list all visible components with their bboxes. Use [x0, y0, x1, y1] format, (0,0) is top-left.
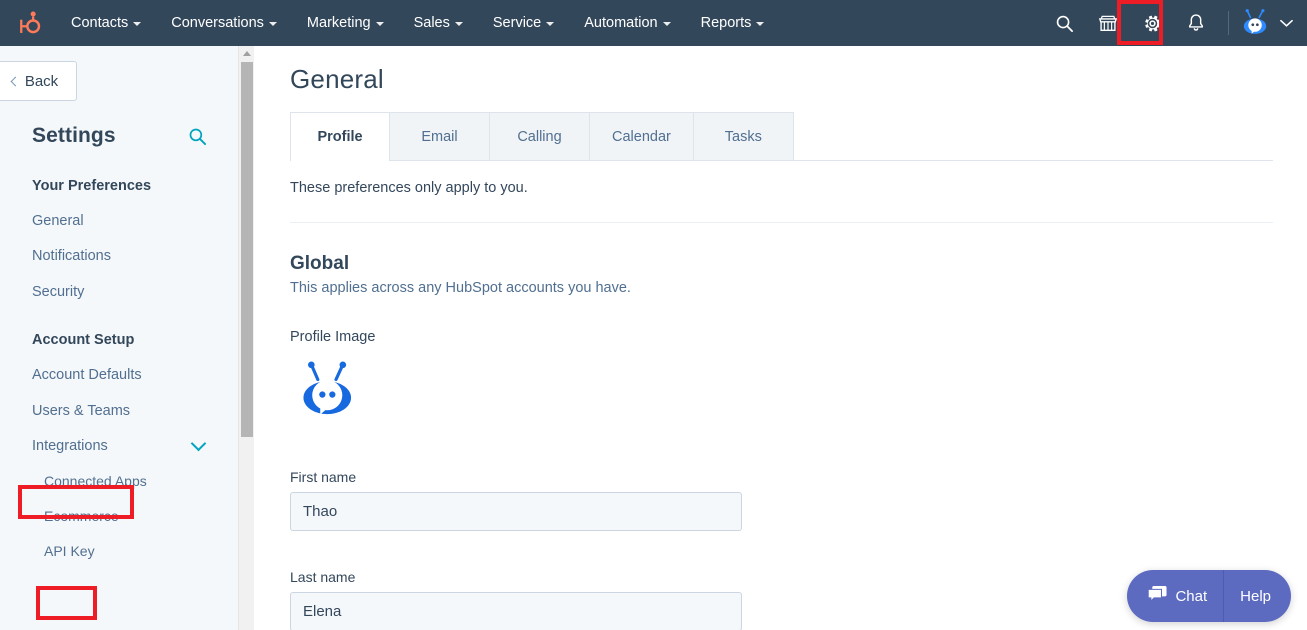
tab-email[interactable]: Email	[390, 112, 490, 160]
tab-label: Profile	[317, 128, 363, 145]
search-icon[interactable]	[1042, 0, 1086, 46]
first-name-label: First name	[290, 469, 357, 485]
nav-item-label: Conversations	[171, 15, 264, 31]
sidebar-item-label: Account Defaults	[32, 367, 142, 384]
chevron-down-icon	[268, 22, 277, 26]
tab-label: Calendar	[612, 128, 671, 145]
sidebar-item-label: General	[32, 213, 84, 229]
last-name-input[interactable]	[290, 592, 742, 630]
first-name-field-group: First name	[290, 469, 742, 531]
chat-help-widget: Chat Help	[1127, 570, 1291, 622]
chevron-down-icon	[546, 22, 555, 26]
nav-item-marketing[interactable]: Marketing	[292, 0, 399, 46]
user-avatar-bot[interactable]	[1239, 6, 1273, 40]
nav-item-label: Service	[492, 15, 542, 31]
sidebar-item-account-defaults[interactable]: Account Defaults	[0, 358, 238, 393]
sidebar-item-label: Notifications	[32, 248, 111, 265]
section-divider	[290, 222, 1273, 223]
sidebar-scrollbar[interactable]	[238, 46, 254, 630]
sidebar-item-connected-apps[interactable]: Connected Apps	[0, 464, 238, 499]
sidebar-header: Settings	[32, 124, 207, 148]
notifications-bell-icon[interactable]	[1174, 0, 1218, 46]
nav-item-label: Sales	[413, 15, 450, 31]
profile-image-label: Profile Image	[290, 329, 376, 345]
main-menu: Contacts Conversations Marketing Sales S…	[56, 0, 779, 46]
sidebar-group-your-preferences: Your Preferences	[32, 178, 152, 194]
help-button[interactable]: Help	[1223, 570, 1291, 622]
settings-sidebar: Back Settings Your Preferences General N…	[0, 46, 238, 630]
nav-item-reports[interactable]: Reports	[686, 0, 780, 46]
sidebar-item-label: API Key	[44, 542, 95, 559]
chevron-down-icon	[190, 435, 207, 452]
nav-item-label: Reports	[700, 15, 752, 31]
sidebar-item-notifications[interactable]: Notifications	[0, 239, 238, 274]
sidebar-group-account-setup: Account Setup	[32, 332, 135, 349]
global-section-title: Global	[290, 253, 350, 274]
sidebar-item-label: Connected Apps	[44, 473, 147, 490]
marketplace-icon[interactable]	[1086, 0, 1130, 46]
chevron-left-icon	[10, 76, 21, 86]
help-label: Help	[1240, 587, 1271, 605]
sidebar-item-api-key[interactable]: API Key	[0, 534, 238, 569]
hubspot-settings-page: Contacts Conversations Marketing Sales S…	[0, 0, 1307, 630]
nav-item-label: Contacts	[71, 15, 129, 31]
chat-bubble-icon	[1147, 585, 1168, 608]
nav-utility-icons	[1042, 0, 1307, 46]
sidebar-item-ecommerce[interactable]: Ecommerce	[0, 499, 238, 534]
content-title: General	[290, 64, 384, 94]
global-section-subtitle: This applies across any HubSpot accounts…	[290, 280, 631, 296]
main-content: General Profile Email Calling Calendar T…	[255, 46, 1307, 630]
page-title: Settings	[32, 124, 116, 147]
search-icon[interactable]	[188, 127, 207, 146]
tab-label: Calling	[517, 128, 562, 145]
chevron-down-icon	[133, 22, 142, 26]
tab-label: Tasks	[724, 128, 762, 145]
preferences-intro-text: These preferences only apply to you.	[290, 180, 528, 196]
nav-item-automation[interactable]: Automation	[569, 0, 685, 46]
back-button-label: Back	[24, 72, 59, 90]
back-button[interactable]: Back	[0, 61, 77, 101]
hubspot-sprocket-logo[interactable]	[0, 0, 56, 46]
sidebar-item-label: Security	[32, 283, 85, 300]
account-chevron-down-icon[interactable]	[1273, 0, 1299, 46]
chevron-down-icon	[756, 22, 765, 26]
nav-item-contacts[interactable]: Contacts	[56, 0, 156, 46]
nav-divider	[1228, 11, 1229, 35]
tab-label: Email	[421, 128, 458, 145]
chat-label: Chat	[1175, 587, 1208, 605]
settings-nav-list: Your Preferences General Notifications S…	[0, 168, 238, 569]
chevron-down-icon	[454, 22, 463, 26]
tab-profile[interactable]: Profile	[290, 112, 390, 161]
nav-item-label: Automation	[584, 15, 658, 31]
sidebar-item-general[interactable]: General	[0, 204, 238, 239]
chat-button[interactable]: Chat	[1127, 570, 1223, 622]
tab-calling[interactable]: Calling	[490, 112, 590, 160]
scrollbar-thumb[interactable]	[241, 62, 253, 437]
last-name-label: Last name	[290, 569, 356, 585]
profile-avatar-bot[interactable]	[294, 355, 364, 425]
tab-calendar[interactable]: Calendar	[590, 112, 694, 160]
scroll-up-arrow-icon[interactable]	[239, 46, 254, 61]
nav-item-service[interactable]: Service	[478, 0, 569, 46]
nav-item-sales[interactable]: Sales	[399, 0, 478, 46]
sidebar-item-label: Integrations	[32, 437, 108, 454]
nav-item-label: Marketing	[306, 15, 371, 31]
sidebar-item-security[interactable]: Security	[0, 275, 238, 310]
sidebar-item-label: Users & Teams	[32, 402, 131, 419]
top-navigation-bar: Contacts Conversations Marketing Sales S…	[0, 0, 1307, 46]
last-name-field-group: Last name	[290, 569, 742, 630]
chevron-down-icon	[375, 22, 384, 26]
settings-gear-icon[interactable]	[1130, 0, 1174, 46]
sidebar-item-users-teams[interactable]: Users & Teams	[0, 394, 238, 429]
settings-tabs: Profile Email Calling Calendar Tasks	[290, 112, 1273, 161]
chevron-down-icon	[662, 22, 671, 26]
sidebar-item-integrations[interactable]: Integrations	[0, 429, 238, 464]
tab-tasks[interactable]: Tasks	[693, 112, 794, 160]
first-name-input[interactable]	[290, 492, 742, 531]
nav-item-conversations[interactable]: Conversations	[156, 0, 292, 46]
sidebar-item-label: Ecommerce	[44, 508, 119, 525]
